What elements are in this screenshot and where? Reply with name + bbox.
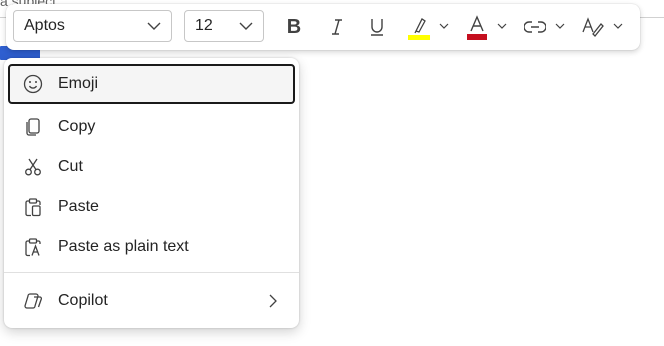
font-color-chevron-down-icon[interactable] [497,21,507,31]
menu-item-paste-plain-text[interactable]: Paste as plain text [8,227,295,267]
highlight-chevron-down-icon[interactable] [439,21,449,31]
menu-item-paste[interactable]: Paste [8,187,295,227]
menu-item-emoji[interactable]: Emoji [8,64,295,104]
menu-divider [4,272,299,273]
link-chevron-down-icon[interactable] [555,21,565,31]
chevron-right-icon [269,294,277,308]
menu-item-label: Cut [58,158,83,175]
font-size-select[interactable]: 12 [184,10,264,42]
menu-item-copilot[interactable]: Copilot [8,281,295,321]
bold-button[interactable]: B [283,15,305,39]
font-family-select[interactable]: Aptos [13,10,172,42]
menu-item-label: Emoji [58,75,99,92]
chevron-down-icon [147,22,161,30]
copy-icon [22,116,44,138]
menu-item-label: Paste [58,198,99,215]
emoji-icon [22,73,44,95]
insert-link-button[interactable] [524,15,546,39]
menu-item-label: Copy [58,118,96,135]
italic-icon [332,19,342,35]
underline-icon [371,19,383,36]
menu-item-copy[interactable]: Copy [8,107,295,147]
menu-item-label: Paste as plain text [58,238,189,255]
text-effects-button[interactable] [581,15,605,39]
copilot-icon [22,290,44,312]
formatting-toolbar: Aptos 12 B [6,4,640,50]
link-icon [524,21,546,33]
text-styles-icon [582,17,604,37]
menu-item-label: Copilot [58,292,108,309]
chevron-down-icon [239,22,253,30]
context-menu: Emoji Copy Cut Paste Paste as plain text… [4,58,299,328]
font-color-icon [467,15,487,40]
font-family-value: Aptos [24,17,65,34]
paste-icon [22,196,44,218]
bold-icon: B [286,15,302,38]
menu-item-cut[interactable]: Cut [8,147,295,187]
paste-plain-text-icon [22,236,44,258]
underline-button[interactable] [366,15,388,39]
font-size-value: 12 [195,17,213,34]
highlight-button[interactable] [406,15,432,40]
font-color-button[interactable] [465,15,489,40]
italic-button[interactable] [326,15,348,39]
highlighter-icon [408,18,430,40]
text-effects-chevron-down-icon[interactable] [613,21,623,31]
cut-icon [22,156,44,178]
